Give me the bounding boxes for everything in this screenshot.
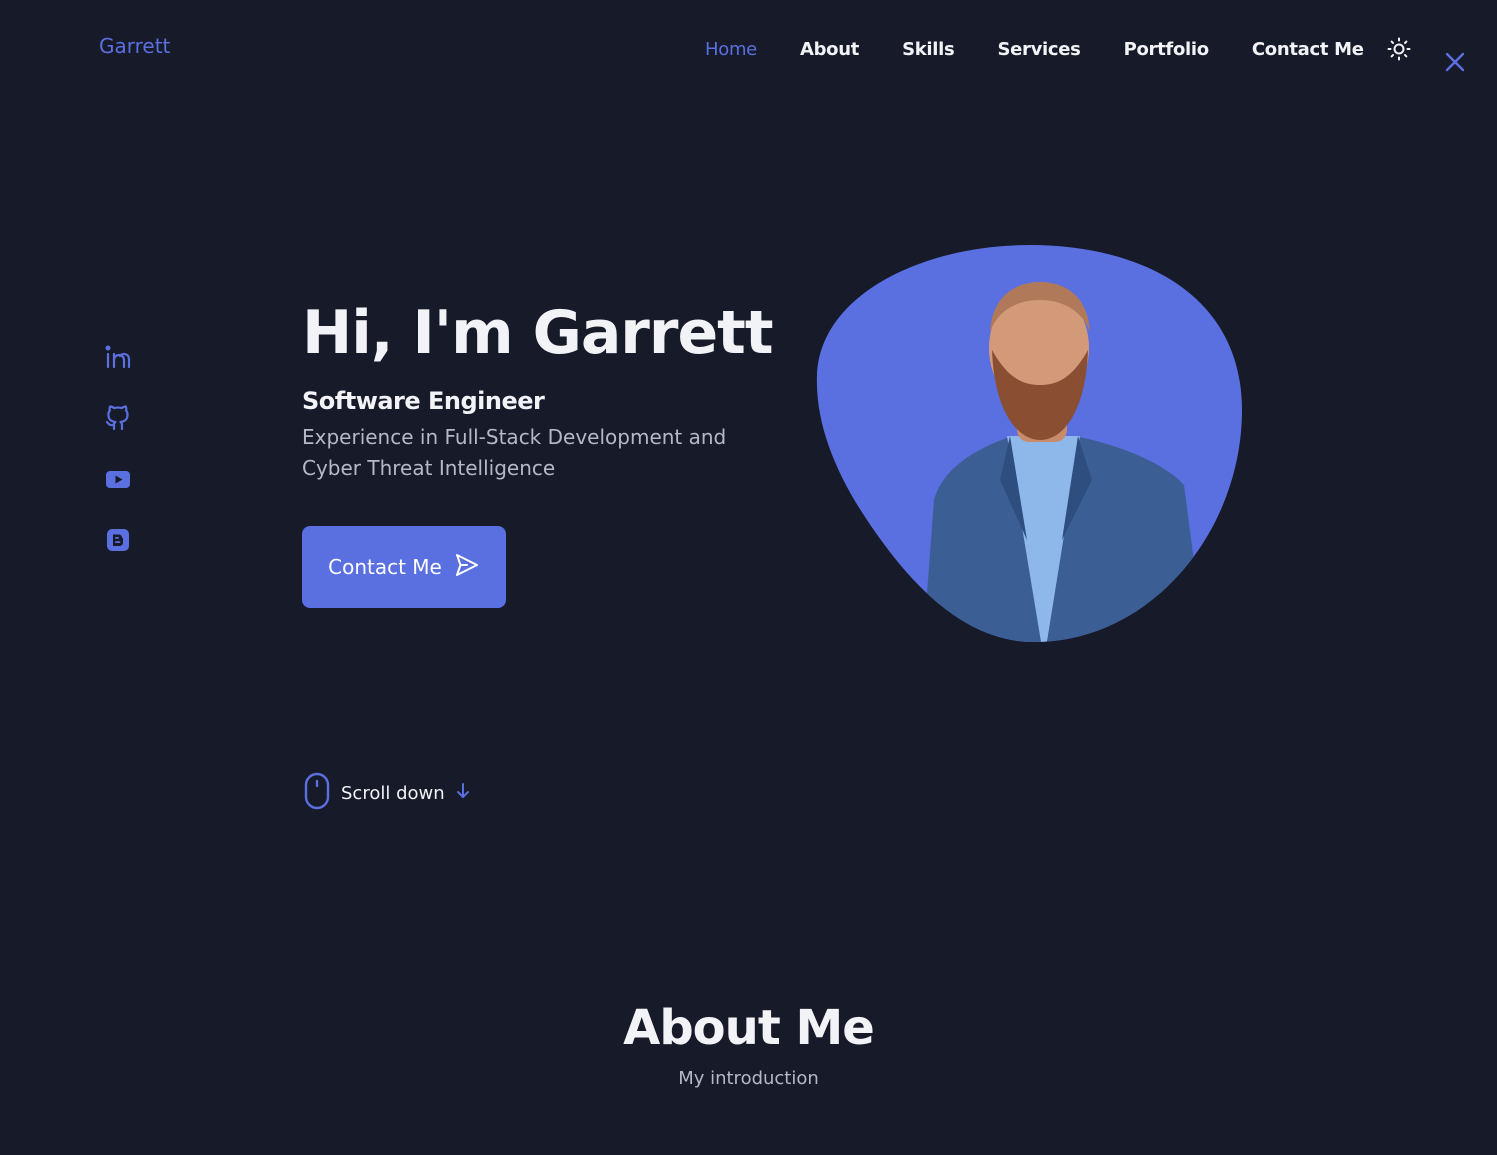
logo[interactable]: Garrett <box>99 34 170 58</box>
about-section-title: About Me <box>623 1000 875 1056</box>
hero-description: Experience in Full-Stack Development and… <box>302 425 727 480</box>
social-links <box>104 343 132 587</box>
scroll-down-link[interactable]: Scroll down <box>303 772 471 814</box>
scroll-down-label: Scroll down <box>341 782 445 804</box>
contact-me-button[interactable]: Contact Me <box>302 526 506 608</box>
nav-home[interactable]: Home <box>705 39 757 60</box>
hero-title: Hi, I'm Garrett <box>302 298 774 368</box>
arrow-down-icon <box>455 782 471 804</box>
contact-me-button-label: Contact Me <box>328 555 442 579</box>
nav-portfolio[interactable]: Portfolio <box>1124 39 1210 60</box>
nav-contact[interactable]: Contact Me <box>1252 39 1364 60</box>
sun-icon[interactable] <box>1386 36 1412 62</box>
linkedin-icon[interactable] <box>104 343 132 371</box>
close-icon[interactable] <box>1443 50 1467 74</box>
nav-about[interactable]: About <box>800 39 859 60</box>
main-nav: Home About Skills Services Portfolio Con… <box>705 36 1412 62</box>
youtube-icon[interactable] <box>104 465 132 493</box>
nav-skills[interactable]: Skills <box>902 39 955 60</box>
page: Garrett Home About Skills Services Portf… <box>0 0 1497 1155</box>
blogger-icon[interactable] <box>104 526 132 554</box>
nav-services[interactable]: Services <box>997 39 1080 60</box>
about-section-subtitle: My introduction <box>678 1068 819 1089</box>
portrait-image <box>816 245 1242 642</box>
mouse-icon <box>303 772 331 814</box>
github-icon[interactable] <box>104 404 132 432</box>
hero-subtitle: Software Engineer <box>302 387 545 415</box>
send-icon <box>454 552 480 583</box>
